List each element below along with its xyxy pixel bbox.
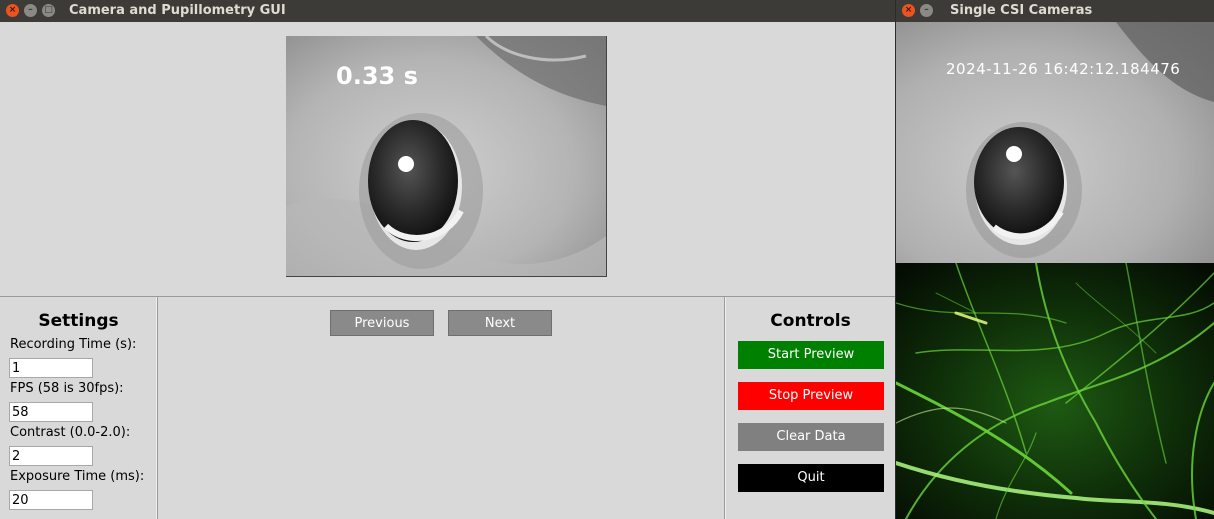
- controls-heading: Controls: [770, 311, 851, 331]
- settings-heading: Settings: [38, 311, 119, 331]
- camera-window: × – Single CSI Cameras 2024-11-26 16:42:…: [896, 0, 1214, 519]
- main-window: × – □ Camera and Pupillometry GUI 0.33 s…: [0, 0, 895, 519]
- elapsed-time-label: 0.33 s: [336, 62, 418, 90]
- next-button[interactable]: Next: [448, 310, 552, 336]
- camera-timestamp: 2024-11-26 16:42:12.184476: [946, 60, 1181, 78]
- main-titlebar[interactable]: × – □ Camera and Pupillometry GUI: [0, 0, 895, 22]
- camera-window-title: Single CSI Cameras: [950, 3, 1093, 18]
- close-icon[interactable]: ×: [6, 4, 19, 17]
- exposure-time-input[interactable]: [9, 490, 93, 510]
- quit-button[interactable]: Quit: [738, 464, 884, 492]
- fluorescence-camera-feed: [896, 263, 1214, 519]
- maximize-icon[interactable]: □: [42, 4, 55, 17]
- eye-camera-feed: 2024-11-26 16:42:12.184476: [896, 22, 1214, 263]
- fps-input[interactable]: [9, 402, 93, 422]
- settings-panel: Settings Recording Time (s): FPS (58 is …: [0, 297, 158, 519]
- eye-image-frame: 0.33 s: [286, 36, 607, 277]
- start-preview-button[interactable]: Start Preview: [738, 341, 884, 369]
- camera-titlebar[interactable]: × – Single CSI Cameras: [896, 0, 1214, 22]
- exposure-time-label: Exposure Time (ms):: [10, 469, 145, 484]
- window-title: Camera and Pupillometry GUI: [69, 3, 286, 18]
- minimize-icon[interactable]: –: [24, 4, 37, 17]
- contrast-input[interactable]: [9, 446, 93, 466]
- recording-time-input[interactable]: [9, 358, 93, 378]
- contrast-label: Contrast (0.0-2.0):: [10, 425, 131, 440]
- fps-label: FPS (58 is 30fps):: [10, 381, 124, 396]
- minimize-icon[interactable]: –: [920, 4, 933, 17]
- clear-data-button[interactable]: Clear Data: [738, 423, 884, 451]
- stop-preview-button[interactable]: Stop Preview: [738, 382, 884, 410]
- previous-button[interactable]: Previous: [330, 310, 434, 336]
- recording-time-label: Recording Time (s):: [10, 337, 137, 352]
- controls-panel: Controls Start Preview Stop Preview Clea…: [724, 297, 896, 519]
- close-icon[interactable]: ×: [902, 4, 915, 17]
- navigation-area: Previous Next: [158, 297, 724, 519]
